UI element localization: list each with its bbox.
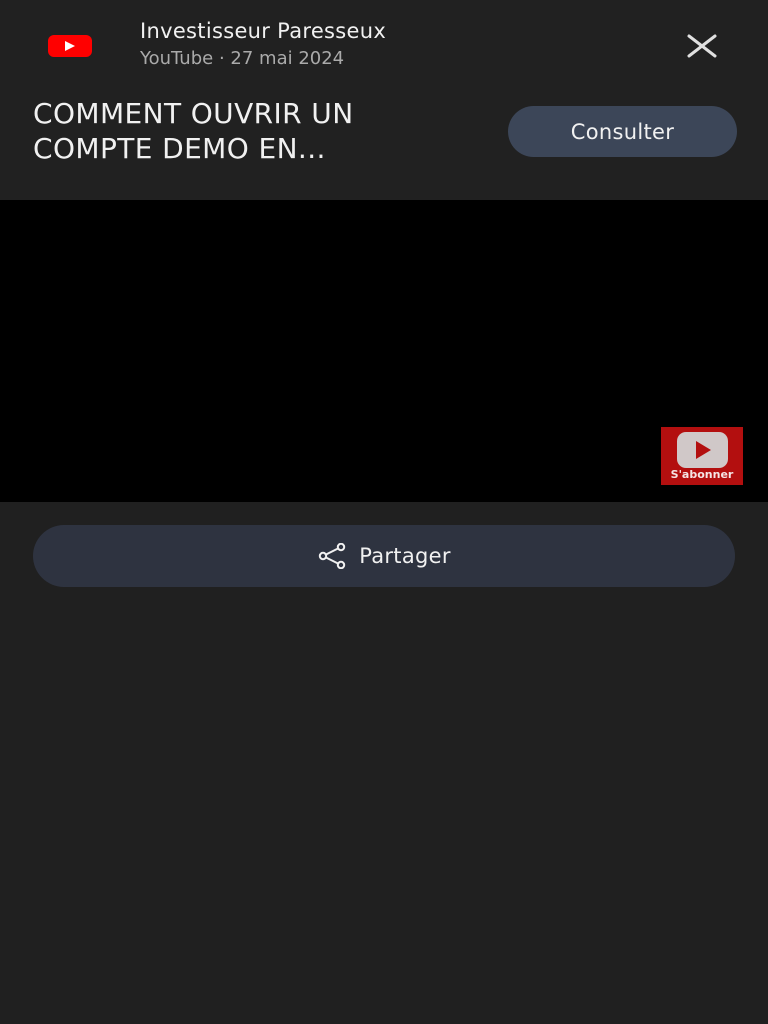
share-button[interactable]: Partager: [33, 525, 735, 587]
video-player[interactable]: S'abonner: [0, 200, 768, 502]
meta-separator: ·: [218, 48, 225, 69]
header: Investisseur Paresseux YouTube · 27 mai …: [0, 0, 768, 200]
share-label: Partager: [359, 544, 451, 568]
subscribe-badge[interactable]: S'abonner: [661, 427, 743, 485]
close-button[interactable]: [680, 26, 724, 66]
source-name: YouTube: [140, 48, 214, 69]
share-preview-page: Investisseur Paresseux YouTube · 27 mai …: [0, 0, 768, 1024]
channel-name: Investisseur Paresseux: [140, 19, 387, 43]
share-icon: [317, 543, 347, 569]
close-icon: [687, 34, 717, 58]
publish-date: 27 mai 2024: [230, 48, 345, 69]
video-meta: YouTube · 27 mai 2024: [140, 48, 344, 69]
consult-button[interactable]: Consulter: [508, 106, 737, 157]
youtube-logo-icon: [48, 35, 92, 57]
video-title: COMMENT OUVRIR UN COMPTE DEMO EN...: [33, 97, 354, 165]
youtube-play-icon: [677, 432, 728, 468]
subscribe-label: S'abonner: [670, 468, 734, 481]
